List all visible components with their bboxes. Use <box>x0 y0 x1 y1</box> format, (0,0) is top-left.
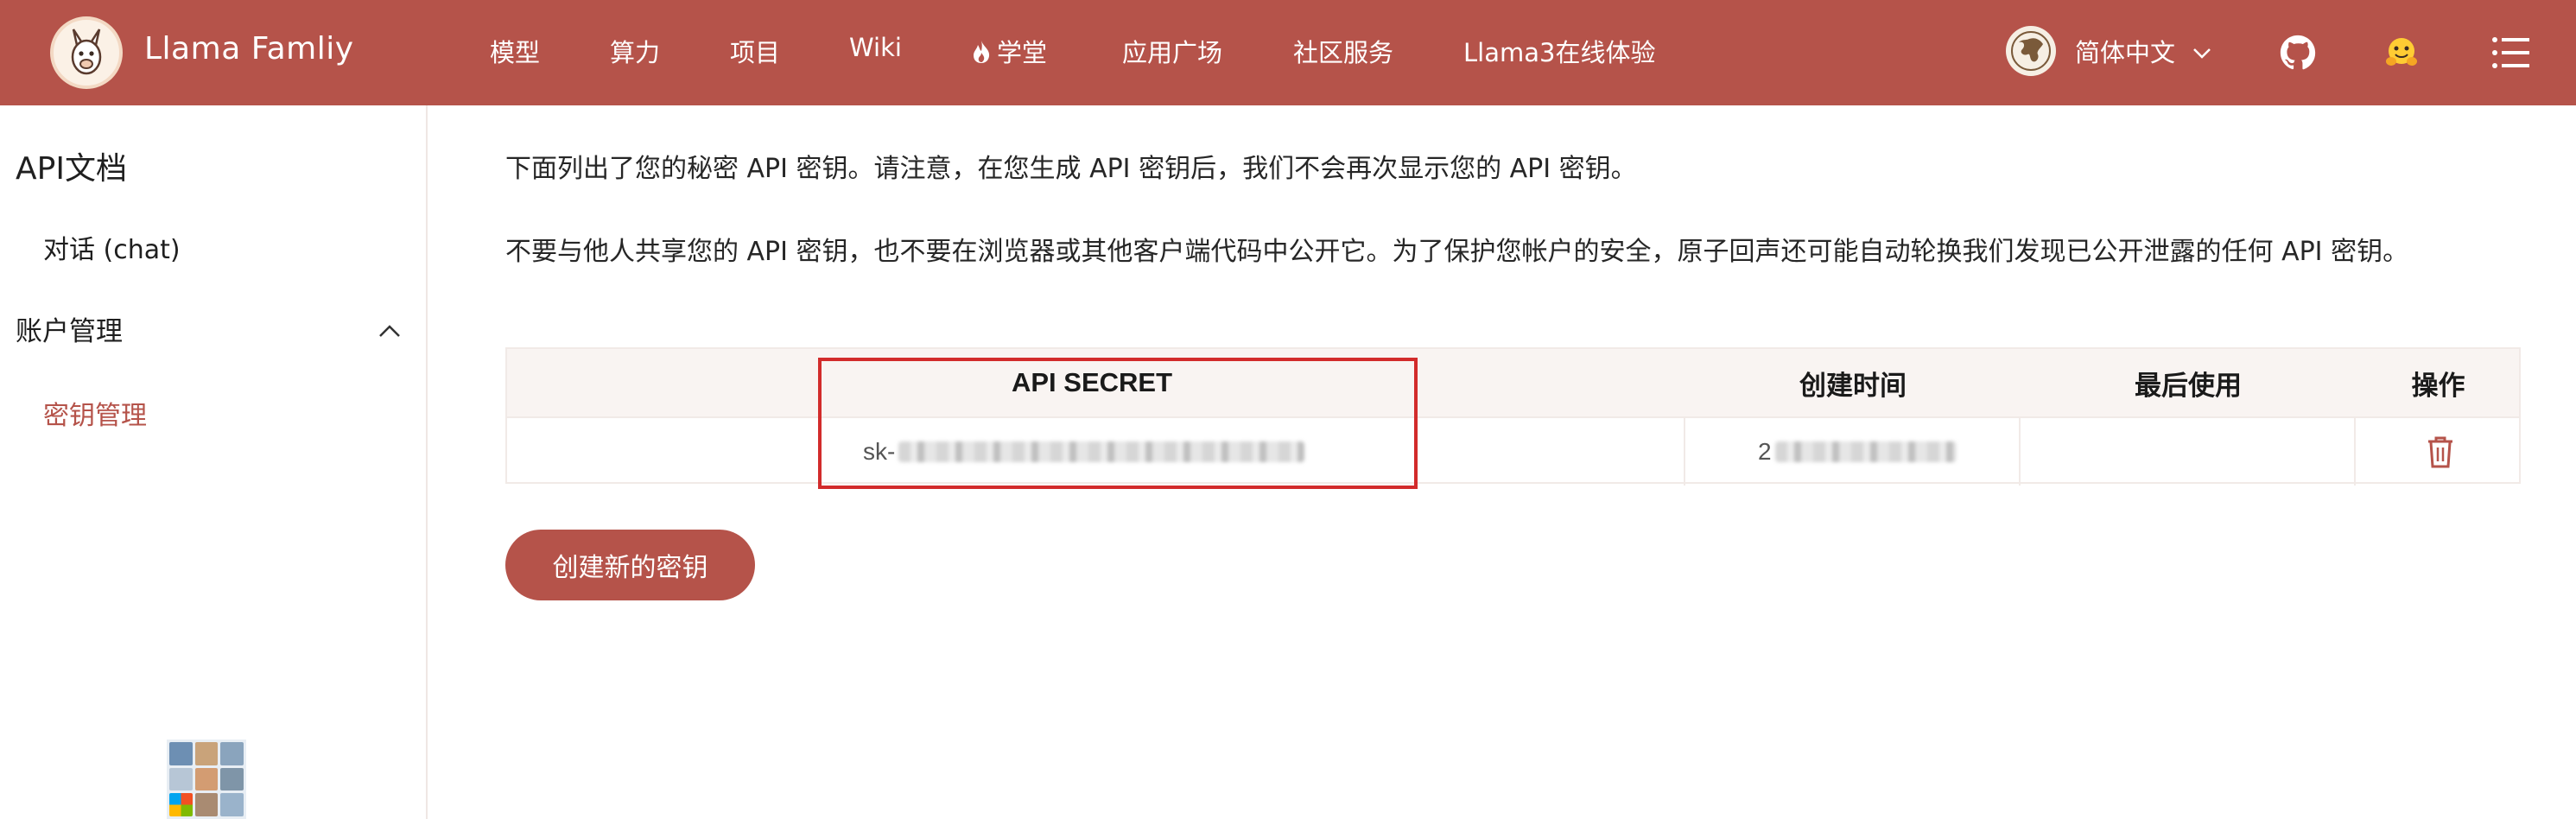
column-header-secret: API SECRET <box>1011 367 1173 397</box>
nav-item-app-plaza[interactable]: 应用广场 <box>1122 33 1222 69</box>
menu-icon[interactable] <box>2490 33 2530 73</box>
table-row: sk- 2 <box>507 416 2519 486</box>
nav-item-wiki[interactable]: Wiki <box>849 33 902 62</box>
secret-prefix: sk- <box>863 438 896 465</box>
language-selector[interactable]: 简体中文 <box>2006 22 2211 79</box>
column-divider <box>2354 418 2356 486</box>
redacted-created-time <box>1774 441 1957 462</box>
nav-item-models[interactable]: 模型 <box>490 33 540 69</box>
nav-item-compute[interactable]: 算力 <box>610 33 660 69</box>
secret-cell[interactable]: sk- <box>863 418 1305 486</box>
floating-image-thumbnail[interactable] <box>167 740 246 819</box>
column-header-actions: 操作 <box>2411 370 2465 401</box>
github-icon[interactable] <box>2278 33 2318 73</box>
sidebar-group-label: 账户管理 <box>16 316 123 347</box>
create-new-key-button[interactable]: 创建新的密钥 <box>505 530 755 600</box>
fire-icon <box>971 40 992 70</box>
sidebar-group-account[interactable]: 账户管理 <box>16 309 401 348</box>
column-divider <box>1684 418 1685 486</box>
nav-item-academy[interactable]: 学堂 <box>971 33 1047 70</box>
created-cell: 2 <box>1758 418 1957 486</box>
nav-item-community[interactable]: 社区服务 <box>1293 33 1393 69</box>
nav-item-projects[interactable]: 项目 <box>730 33 780 69</box>
trash-icon[interactable] <box>2421 418 2459 486</box>
sidebar: API文档 对话 (chat) 账户管理 密钥管理 <box>0 105 428 819</box>
huggingface-icon[interactable] <box>2382 33 2421 73</box>
main-content: 下面列出了您的秘密 API 密钥。请注意，在您生成 API 密钥后，我们不会再次… <box>429 105 2576 819</box>
chevron-down-icon <box>2192 36 2211 66</box>
column-divider <box>2019 418 2021 486</box>
redacted-secret <box>898 441 1305 462</box>
column-header-created: 创建时间 <box>1799 370 1907 401</box>
column-header-last-used: 最后使用 <box>2135 370 2242 401</box>
chevron-up-icon <box>378 314 401 345</box>
api-keys-table: API SECRET 创建时间 最后使用 操作 sk- 2 <box>505 347 2521 486</box>
sidebar-title: API文档 <box>16 151 127 187</box>
nav-item-llama3-demo[interactable]: Llama3在线体验 <box>1463 33 1655 69</box>
table-header: API SECRET 创建时间 最后使用 操作 <box>507 349 2519 416</box>
sidebar-item-key-management[interactable]: 密钥管理 <box>43 394 147 432</box>
language-label: 简体中文 <box>2075 38 2176 67</box>
warning-text: 不要与他人共享您的 API 密钥，也不要在浏览器或其他客户端代码中公开它。为了保… <box>505 237 2409 267</box>
nav-item-academy-label: 学堂 <box>997 38 1048 67</box>
sidebar-item-chat[interactable]: 对话 (chat) <box>43 228 181 266</box>
created-prefix: 2 <box>1758 438 1772 465</box>
globe-icon <box>2006 26 2056 76</box>
top-navigation-bar: Llama Famliy 模型 算力 项目 Wiki 学堂 应用广场 社区服务 … <box>0 0 2576 105</box>
intro-text: 下面列出了您的秘密 API 密钥。请注意，在您生成 API 密钥后，我们不会再次… <box>505 154 1637 184</box>
